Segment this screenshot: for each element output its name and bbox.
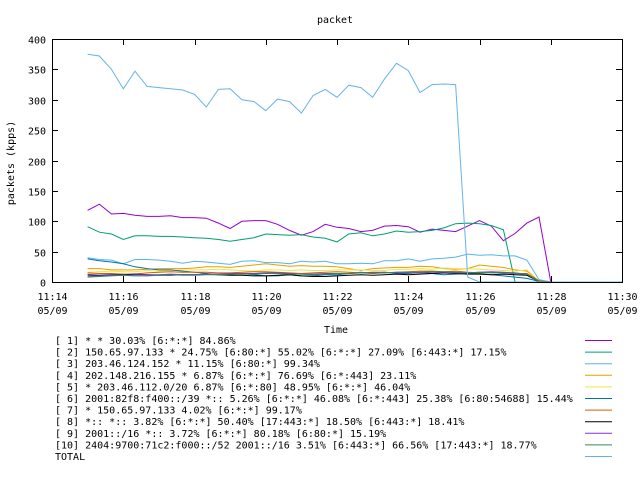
legend-entry-label: [10] 2404:9700:71c2:f000::/52 2001::/16 … [55,440,537,451]
x-tick-label-date: 05/09 [536,306,566,317]
y-tick-label: 400 [28,36,46,47]
chart-title: packet [317,15,353,26]
legend-entry-label: [ 2] 150.65.97.133 * 24.75% [6:80:*] 55.… [55,348,507,359]
legend-entry-label: [ 1] * * 30.03% [6:*:*] 84.86% [55,336,236,347]
legend-entry-label: [ 9] 2001::/16 *:: 3.72% [6:*:*] 80.18% … [55,429,386,440]
x-tick-label-time: 11:18 [180,292,210,303]
legend-entry-label: TOTAL [55,452,85,463]
x-tick-label-date: 05/09 [180,306,210,317]
y-tick-label: 250 [28,127,46,138]
legend-entry-label: [ 8] *:: *:: 3.82% [6:*:*] 50.40% [17:44… [55,417,464,428]
y-tick-label: 350 [28,66,46,77]
x-tick-label-time: 11:28 [536,292,566,303]
x-tick-label-time: 11:14 [37,292,67,303]
y-tick-label: 50 [34,249,46,260]
y-axis-label: packets (kpps) [6,121,17,205]
x-tick-label-time: 11:30 [607,292,637,303]
x-tick-label-time: 11:20 [251,292,281,303]
x-tick-label-date: 05/09 [607,306,637,317]
x-tick-label-time: 11:22 [322,292,352,303]
y-tick-label: 200 [28,158,46,169]
legend-entry-label: [ 3] 203.46.124.152 * 11.15% [6:80:*] 99… [55,359,320,370]
y-tick-label: 150 [28,188,46,199]
y-tick-label: 300 [28,97,46,108]
series-line-11 [87,53,622,283]
y-axis-ticks: 0 50 100 150 200 250 300 350 400 [28,36,622,290]
legend-entry-label: [ 5] * 203.46.112.0/20 6.87% [6:*:80] 48… [55,382,410,393]
x-tick-label-time: 11:24 [393,292,423,303]
plot-frame [52,39,623,283]
x-tick-label-date: 05/09 [37,306,67,317]
legend-entry-label: [ 7] * 150.65.97.133 4.02% [6:*:*] 99.17… [55,406,302,417]
x-tick-label-date: 05/09 [465,306,495,317]
x-tick-label-date: 05/09 [251,306,281,317]
x-axis-label: Time [324,325,348,336]
plot-series [87,53,622,283]
y-tick-label: 0 [40,279,46,290]
y-tick-label: 100 [28,218,46,229]
legend-entry-label: [ 6] 2001:82f8:f400::/39 *:: 5.26% [6:*:… [55,394,573,405]
x-tick-label-date: 05/09 [108,306,138,317]
series-line-3 [87,253,622,283]
x-tick-label-time: 11:16 [108,292,138,303]
legend-entry-label: [ 4] 202.148.216.155 * 6.87% [6:*:*] 76.… [55,371,416,382]
x-tick-label-date: 05/09 [322,306,352,317]
chart: packet packets (kpps) Time 0 50 100 150 200 2… [6,15,638,463]
x-tick-label-time: 11:26 [465,292,495,303]
x-tick-label-date: 05/09 [393,306,423,317]
legend: [ 1] * * 30.03% [6:*:*] 84.86%[ 2] 150.6… [55,336,612,463]
